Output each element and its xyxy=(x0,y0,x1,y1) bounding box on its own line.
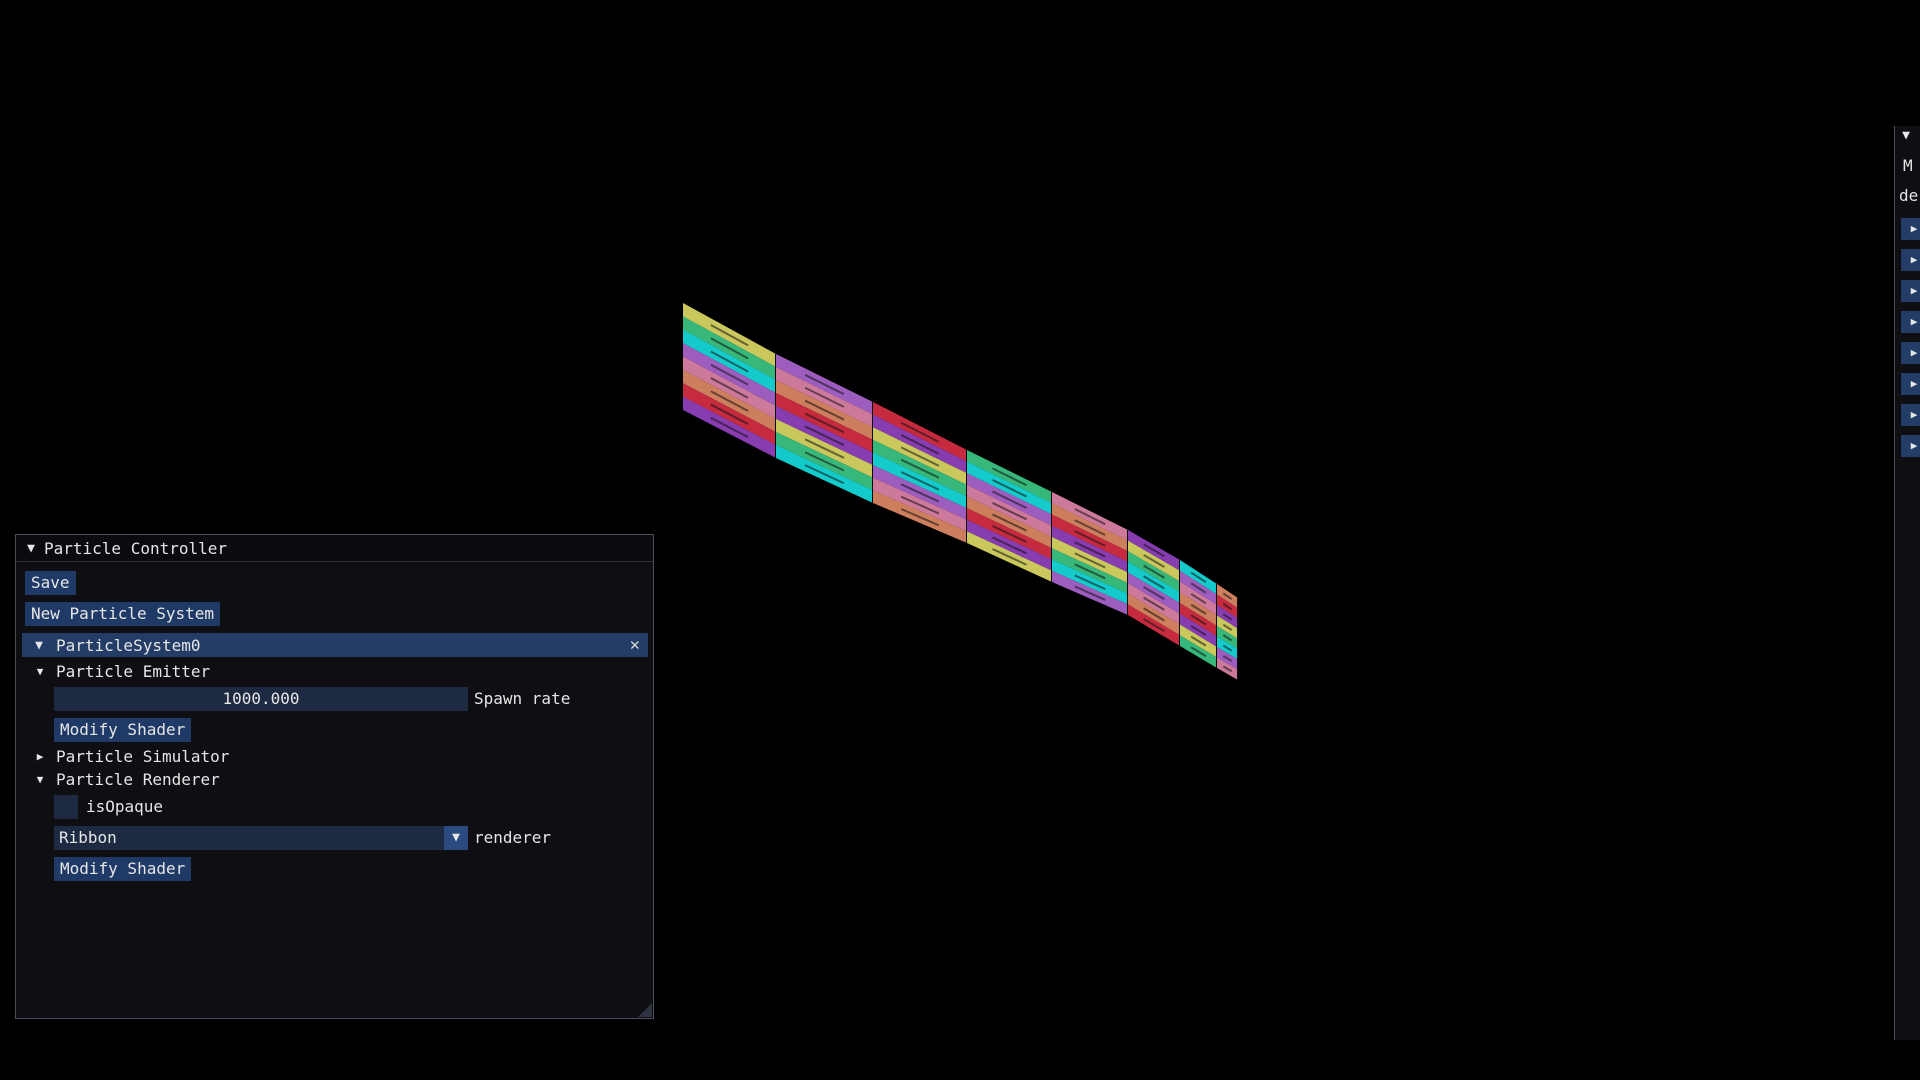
emitter-modify-shader-button[interactable]: Modify Shader xyxy=(54,718,192,742)
collapsed-triangle-icon: ▶ xyxy=(1910,253,1918,266)
renderer-label: renderer xyxy=(474,828,552,847)
new-particle-system-button[interactable]: New Particle System xyxy=(25,602,221,626)
tree-node-label: Particle Emitter xyxy=(56,662,211,681)
spawn-rate-field[interactable]: 1000.000 xyxy=(54,687,468,711)
tree-node-label: Particle Simulator xyxy=(56,747,230,766)
tree-node-particle-emitter[interactable]: ▼ Particle Emitter xyxy=(34,662,210,682)
right-side-window[interactable]: ▼ M de ▶ ▶ ▶ ▶ ▶ ▶ ▶ ▶ xyxy=(1894,126,1920,1040)
window-title: Particle Controller xyxy=(44,538,228,558)
resize-grip[interactable] xyxy=(638,1003,652,1017)
chevron-down-icon[interactable]: ▼ xyxy=(444,826,468,850)
window-title-bar[interactable]: ▼ Particle Controller xyxy=(16,535,653,562)
collapsed-triangle-icon: ▶ xyxy=(1910,315,1918,328)
collapse-triangle-icon: ▼ xyxy=(35,637,43,653)
collapse-triangle-icon[interactable]: ▼ xyxy=(24,541,38,556)
right-window-collapsed-item[interactable]: ▶ xyxy=(1901,311,1920,333)
collapsed-triangle-icon: ▶ xyxy=(1910,439,1918,452)
tree-node-particle-renderer[interactable]: ▼ Particle Renderer xyxy=(34,770,220,790)
collapsed-triangle-icon: ▶ xyxy=(1910,222,1918,235)
collapsed-triangle-icon: ▶ xyxy=(1910,377,1918,390)
is-opaque-label: isOpaque xyxy=(86,797,164,816)
particle-system-header[interactable]: ▼ ParticleSystem0 ✕ xyxy=(22,633,648,657)
right-window-collapsed-item[interactable]: ▶ xyxy=(1901,435,1920,457)
tree-node-label: Particle Renderer xyxy=(56,770,220,789)
right-window-collapsed-item[interactable]: ▶ xyxy=(1901,218,1920,240)
collapsed-triangle-icon: ▶ xyxy=(1910,346,1918,359)
expanded-triangle-icon: ▼ xyxy=(36,665,44,678)
collapsed-triangle-icon: ▶ xyxy=(1910,284,1918,297)
close-icon[interactable]: ✕ xyxy=(630,633,640,657)
right-window-tab-fragment: M xyxy=(1903,156,1913,175)
collapsed-triangle-icon: ▶ xyxy=(36,750,44,763)
right-window-collapsed-item[interactable]: ▶ xyxy=(1901,404,1920,426)
right-window-text-fragment: de xyxy=(1899,186,1919,205)
right-window-collapsed-item[interactable]: ▶ xyxy=(1901,280,1920,302)
save-button[interactable]: Save xyxy=(25,571,76,595)
particle-system-name: ParticleSystem0 xyxy=(56,635,201,655)
collapse-triangle-icon[interactable]: ▼ xyxy=(1899,128,1913,143)
particle-controller-window[interactable]: ▼ Particle Controller Save New Particle … xyxy=(15,534,654,1019)
right-window-collapsed-item[interactable]: ▶ xyxy=(1901,342,1920,364)
renderer-select[interactable]: Ribbon ▼ xyxy=(54,826,468,850)
renderer-modify-shader-button[interactable]: Modify Shader xyxy=(54,857,192,881)
tree-node-particle-simulator[interactable]: ▶ Particle Simulator xyxy=(34,747,230,767)
right-window-collapsed-item[interactable]: ▶ xyxy=(1901,249,1920,271)
is-opaque-checkbox[interactable] xyxy=(54,795,78,819)
right-window-collapsed-item[interactable]: ▶ xyxy=(1901,373,1920,395)
expanded-triangle-icon: ▼ xyxy=(36,773,44,786)
spawn-rate-label: Spawn rate xyxy=(474,689,571,708)
collapsed-triangle-icon: ▶ xyxy=(1910,408,1918,421)
renderer-select-value: Ribbon xyxy=(59,828,117,847)
